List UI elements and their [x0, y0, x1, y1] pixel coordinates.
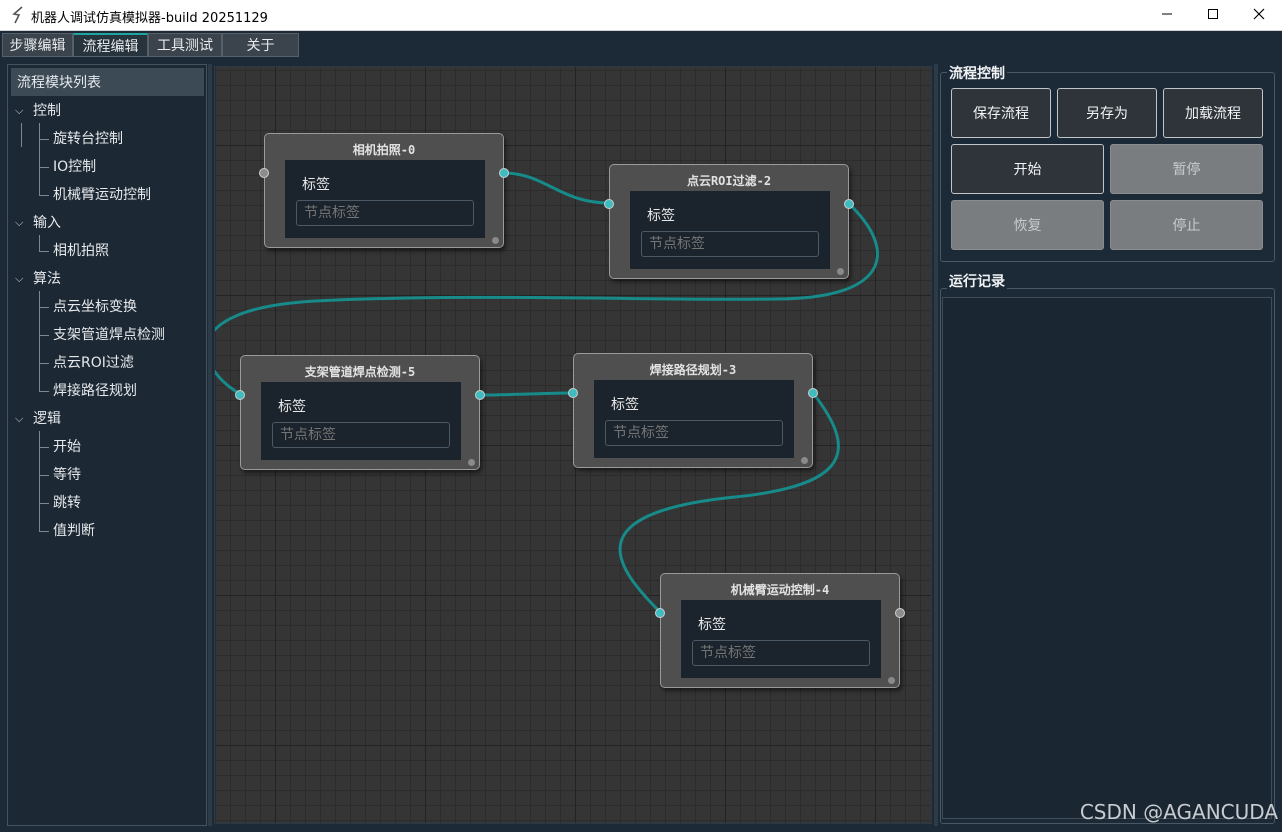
resume-button[interactable]: 恢复 — [951, 200, 1104, 250]
watermark: CSDN @AGANCUDA — [1079, 800, 1278, 824]
main-tabbar: 步骤编辑 流程编辑 工具测试 关于 — [0, 31, 1282, 58]
node-body: 标签 — [594, 380, 794, 458]
chevron-down-icon[interactable]: ⌵ — [15, 104, 23, 118]
save-as-button[interactable]: 另存为 — [1057, 88, 1157, 138]
node-body: 标签 — [630, 191, 830, 269]
input-port[interactable] — [604, 199, 614, 209]
flow-node-weld-detection[interactable]: 支架管道焊点检测-5 标签 — [235, 355, 485, 470]
node-body: 标签 — [681, 600, 881, 678]
tree-item-turntable-control[interactable]: 旋转台控制 — [53, 128, 123, 150]
maximize-icon — [1207, 8, 1219, 24]
tree-item-camera-capture[interactable]: 相机拍照 — [53, 240, 109, 262]
tree-item-weld-path-planning[interactable]: 焊接路径规划 — [53, 380, 137, 402]
maximize-button[interactable] — [1190, 0, 1236, 31]
node-title: 机械臂运动控制-4 — [730, 583, 830, 597]
tab-about[interactable]: 关于 — [222, 33, 299, 57]
input-port[interactable] — [568, 388, 578, 398]
node-label: 标签 — [611, 397, 639, 413]
minimize-button[interactable] — [1144, 0, 1190, 31]
tab-step-edit[interactable]: 步骤编辑 — [2, 33, 73, 57]
tree-item-weld-detection[interactable]: 支架管道焊点检测 — [53, 324, 165, 346]
input-port[interactable] — [235, 390, 245, 400]
flow-canvas[interactable]: 相机拍照-0 标签 点云ROI过滤-2 标签 支架管道焊点检测-5 标签 焊接路… — [214, 66, 932, 824]
output-port[interactable] — [895, 608, 905, 618]
app-icon — [10, 6, 26, 24]
flow-node-camera-capture[interactable]: 相机拍照-0 标签 — [259, 133, 509, 248]
tree-group-control[interactable]: 控制 — [33, 100, 61, 122]
load-flow-button[interactable]: 加载流程 — [1163, 88, 1263, 138]
window-title: 机器人调试仿真模拟器-build 20251129 — [31, 11, 268, 26]
resize-handle-icon[interactable] — [468, 459, 475, 466]
module-tree-header: 流程模块列表 — [11, 68, 204, 96]
pause-button[interactable]: 暂停 — [1110, 144, 1263, 194]
resize-handle-icon[interactable] — [801, 457, 808, 464]
node-label-input[interactable] — [692, 640, 870, 666]
node-label-input[interactable] — [605, 420, 783, 446]
node-label: 标签 — [302, 177, 330, 193]
tree-item-arm-motion-control[interactable]: 机械臂运动控制 — [53, 184, 151, 206]
output-port[interactable] — [844, 199, 854, 209]
node-title: 焊接路径规划-3 — [649, 363, 737, 377]
node-title: 相机拍照-0 — [352, 143, 416, 157]
tree-item-pointcloud-transform[interactable]: 点云坐标变换 — [53, 296, 137, 318]
tree-item-io-control[interactable]: IO控制 — [53, 156, 96, 178]
run-log-output[interactable] — [942, 297, 1272, 819]
resize-handle-icon[interactable] — [888, 677, 895, 684]
chevron-down-icon[interactable]: ⌵ — [15, 412, 23, 426]
tree-item-wait[interactable]: 等待 — [53, 464, 81, 486]
connection-5-3[interactable] — [479, 391, 574, 397]
tree-item-value-check[interactable]: 值判断 — [53, 520, 95, 542]
node-label: 标签 — [278, 399, 306, 415]
tab-tool-test[interactable]: 工具测试 — [148, 33, 222, 57]
flow-node-arm-motion-control[interactable]: 机械臂运动控制-4 标签 — [655, 573, 905, 688]
tree-item-start[interactable]: 开始 — [53, 436, 81, 458]
tab-flow-edit[interactable]: 流程编辑 — [73, 33, 148, 57]
chevron-down-icon[interactable]: ⌵ — [15, 216, 23, 230]
flow-control-title: 流程控制 — [947, 63, 1007, 83]
resize-handle-icon[interactable] — [492, 237, 499, 244]
flow-node-weld-path-planning[interactable]: 焊接路径规划-3 标签 — [568, 353, 818, 468]
right-panel: 流程控制 保存流程 另存为 加载流程 开始 暂停 恢复 停止 运行记录 — [940, 62, 1276, 828]
node-title: 点云ROI过滤-2 — [686, 174, 772, 188]
node-label-input[interactable] — [296, 200, 474, 226]
run-log-title: 运行记录 — [947, 271, 1007, 291]
tree-item-jump[interactable]: 跳转 — [53, 492, 81, 514]
node-body: 标签 — [285, 160, 485, 238]
tree-group-logic[interactable]: 逻辑 — [33, 408, 61, 430]
connection-0-2[interactable] — [503, 171, 610, 205]
node-label: 标签 — [647, 208, 675, 224]
input-port[interactable] — [259, 168, 269, 178]
start-button[interactable]: 开始 — [951, 144, 1104, 194]
close-button[interactable] — [1236, 0, 1282, 31]
node-body: 标签 — [261, 382, 461, 460]
tree-item-roi-filter[interactable]: 点云ROI过滤 — [53, 352, 134, 374]
left-splitter[interactable] — [208, 64, 212, 826]
resize-handle-icon[interactable] — [837, 268, 844, 275]
node-label-input[interactable] — [272, 422, 450, 448]
chevron-down-icon[interactable]: ⌵ — [15, 272, 23, 286]
minimize-icon — [1161, 8, 1173, 24]
tree-group-algorithm[interactable]: 算法 — [33, 268, 61, 290]
module-tree-panel: 流程模块列表 ⌵ 控制 旋转台控制 IO控制 机械臂运动控制 ⌵ 输入 相机拍照… — [7, 64, 207, 826]
output-port[interactable] — [499, 168, 509, 178]
save-flow-button[interactable]: 保存流程 — [951, 88, 1051, 138]
output-port[interactable] — [475, 390, 485, 400]
output-port[interactable] — [808, 388, 818, 398]
node-title: 支架管道焊点检测-5 — [304, 365, 416, 379]
node-label: 标签 — [698, 617, 726, 633]
input-port[interactable] — [655, 608, 665, 618]
node-label-input[interactable] — [641, 231, 819, 257]
window-titlebar: 机器人调试仿真模拟器-build 20251129 — [0, 0, 1282, 31]
tree-group-input[interactable]: 输入 — [33, 212, 61, 234]
flow-node-roi-filter[interactable]: 点云ROI过滤-2 标签 — [604, 164, 854, 279]
close-icon — [1253, 8, 1265, 24]
stop-button[interactable]: 停止 — [1110, 200, 1263, 250]
right-splitter[interactable] — [934, 64, 938, 826]
